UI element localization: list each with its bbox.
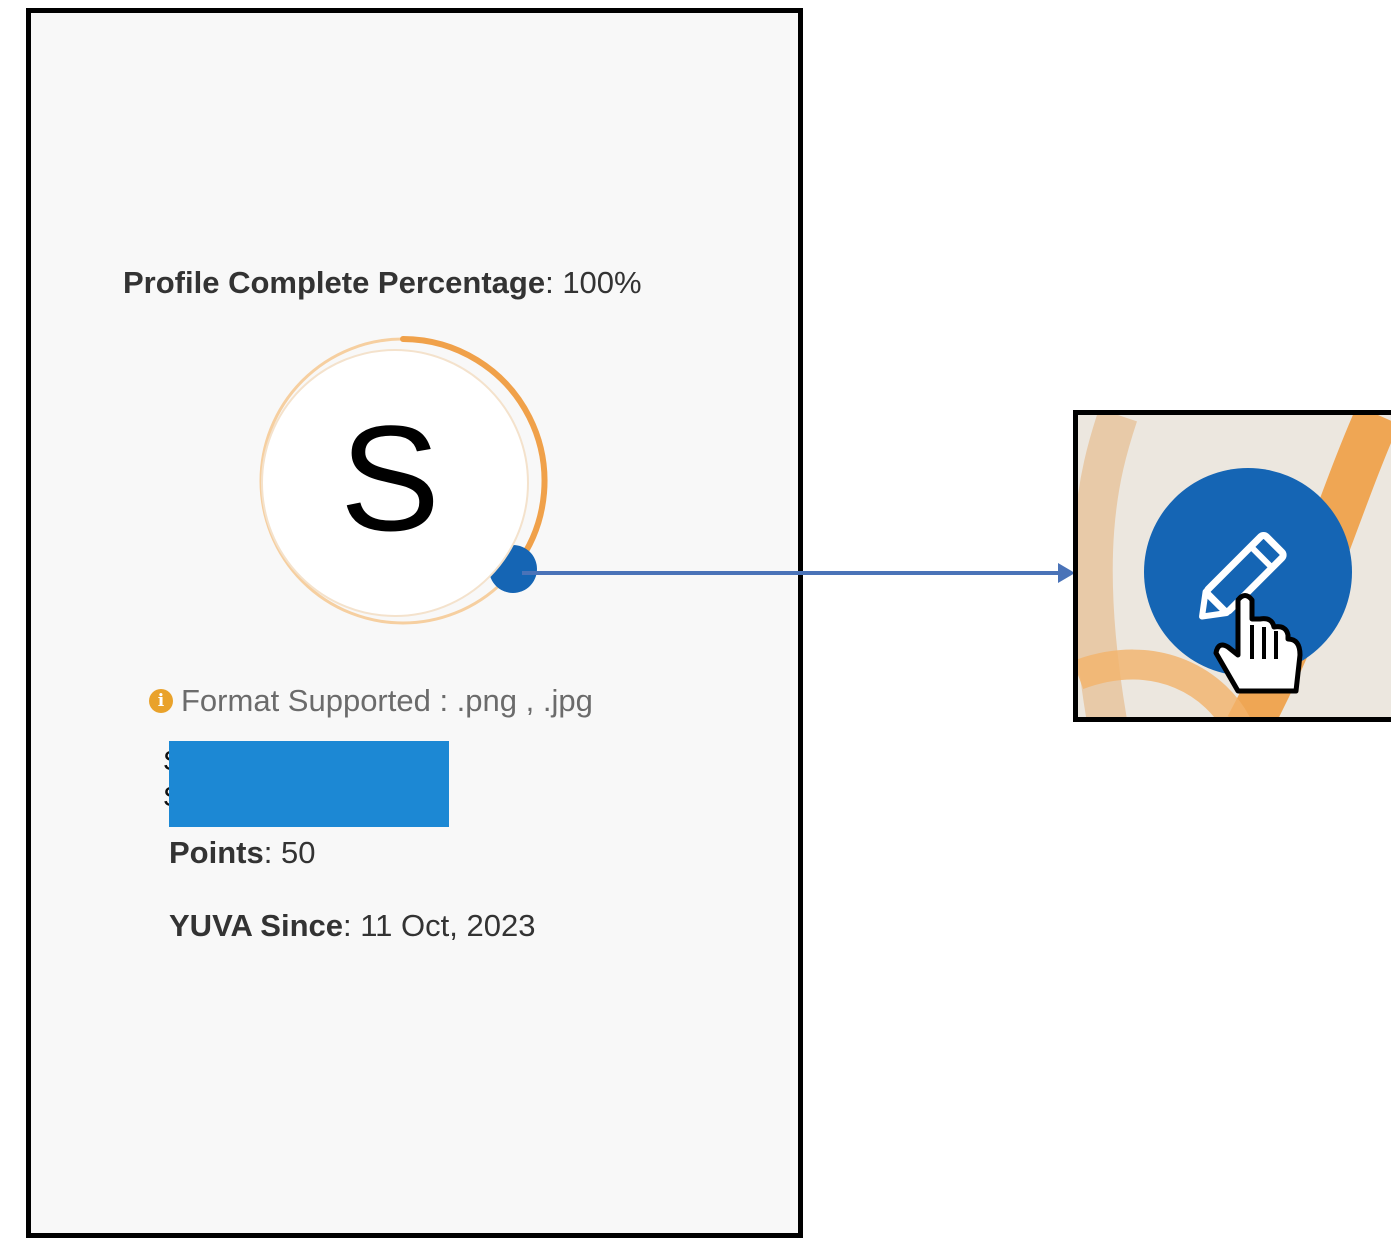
zoom-illustration <box>1078 415 1391 717</box>
zoomed-edit-button <box>1073 410 1391 722</box>
